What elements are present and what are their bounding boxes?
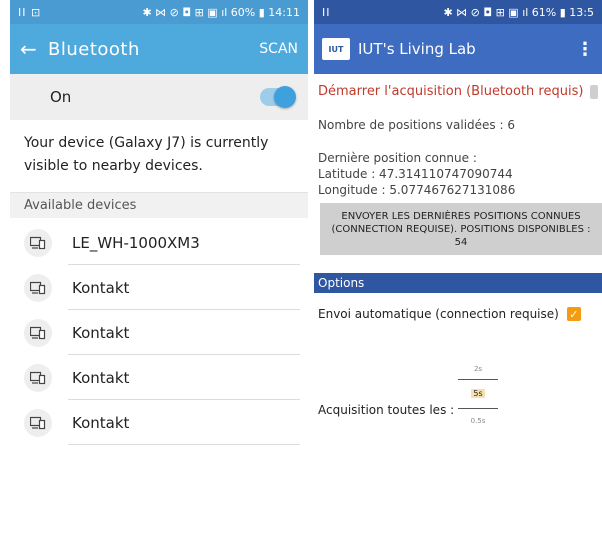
picker-selected-value: 5s <box>471 389 485 398</box>
status-right: ✱ ⋈ ⊘ ◘ ⊞ ▣ ıl 61% ▮ 13:5 <box>443 5 594 19</box>
app-bar: IUT IUT's Living Lab ⋮ <box>314 24 602 74</box>
visibility-message: Your device (Galaxy J7) is currently vis… <box>24 135 269 174</box>
interval-picker[interactable]: 2s 5s 0.5s <box>456 365 500 431</box>
device-name: Kontakt <box>72 278 130 297</box>
start-acquisition-label: Démarrer l'acquisition (Bluetooth requis… <box>318 84 584 99</box>
picker-divider <box>458 408 498 409</box>
status-right: ✱ ⋈ ⊘ ◘ ⊞ ▣ ıl 60% ▮ 14:11 <box>142 5 300 19</box>
last-position: Dernière position connue : Latitude : 47… <box>318 150 515 198</box>
status-left: II <box>322 5 331 19</box>
auto-send-label: Envoi automatique (connection requise) <box>318 307 559 321</box>
acquisition-switch[interactable] <box>590 84 598 99</box>
overflow-menu-icon[interactable]: ⋮ <box>576 39 594 60</box>
acquisition-interval-label: Acquisition toutes les : <box>318 403 455 417</box>
device-item[interactable]: Kontakt <box>10 265 308 310</box>
app-title: IUT's Living Lab <box>358 40 476 58</box>
scan-button[interactable]: SCAN <box>259 41 298 57</box>
device-name: Kontakt <box>72 413 130 432</box>
device-icon <box>24 273 52 302</box>
device-icon <box>24 228 52 257</box>
device-item[interactable]: Kontakt <box>10 355 308 400</box>
device-item[interactable]: Kontakt <box>10 310 308 355</box>
start-acquisition-row[interactable]: Démarrer l'acquisition (Bluetooth requis… <box>318 84 598 99</box>
bluetooth-toggle-row[interactable]: On <box>10 74 308 120</box>
living-lab-screen: II ✱ ⋈ ⊘ ◘ ⊞ ▣ ıl 61% ▮ 13:5 IUT IUT's L… <box>314 0 602 536</box>
on-label: On <box>50 88 72 106</box>
device-list: LE_WH-1000XM3 Kontakt Kontakt Kontakt Ko… <box>10 220 308 445</box>
app-bar: ← Bluetooth SCAN <box>10 24 308 74</box>
longitude-value: Longitude : 5.07746762713108​6 <box>318 183 516 197</box>
validated-positions: Nombre de positions validées : 6 <box>318 118 515 132</box>
picker-option-above[interactable]: 2s <box>456 365 500 379</box>
device-icon <box>24 318 52 347</box>
device-icon <box>24 363 52 392</box>
device-name: Kontakt <box>72 368 130 387</box>
options-header: Options <box>314 273 602 293</box>
bluetooth-settings-screen: II ⊡ ✱ ⋈ ⊘ ◘ ⊞ ▣ ıl 60% ▮ 14:11 ← Blueto… <box>10 0 308 536</box>
device-item[interactable]: LE_WH-1000XM3 <box>10 220 308 265</box>
arrow-left-icon[interactable]: ← <box>20 37 48 61</box>
device-name: LE_WH-1000XM3 <box>72 233 200 252</box>
device-icon <box>24 408 52 437</box>
picker-option-below[interactable]: 0.5s <box>456 417 500 431</box>
auto-send-row[interactable]: Envoi automatique (connection requise) ✓ <box>318 307 598 321</box>
available-devices-header: Available devices <box>10 192 308 218</box>
auto-send-checkbox[interactable]: ✓ <box>566 307 581 321</box>
status-bar: II ✱ ⋈ ⊘ ◘ ⊞ ▣ ıl 61% ▮ 13:5 <box>314 0 602 24</box>
last-position-heading: Dernière position connue : <box>318 151 477 165</box>
bluetooth-toggle[interactable] <box>260 86 296 108</box>
device-item[interactable]: Kontakt <box>10 400 308 445</box>
app-logo: IUT <box>322 38 350 60</box>
device-name: Kontakt <box>72 323 130 342</box>
latitude-value: Latitude : 47.314110747090744 <box>318 167 513 181</box>
status-bar: II ⊡ ✱ ⋈ ⊘ ◘ ⊞ ▣ ıl 60% ▮ 14:11 <box>10 0 308 24</box>
picker-selected[interactable]: 5s <box>456 380 500 408</box>
status-left: II ⊡ <box>18 5 42 19</box>
page-title: Bluetooth <box>48 38 140 60</box>
toggle-knob <box>274 86 296 108</box>
send-positions-button[interactable]: ENVOYER LES DERNIÈRES POSITIONS CONNUES … <box>320 203 602 255</box>
